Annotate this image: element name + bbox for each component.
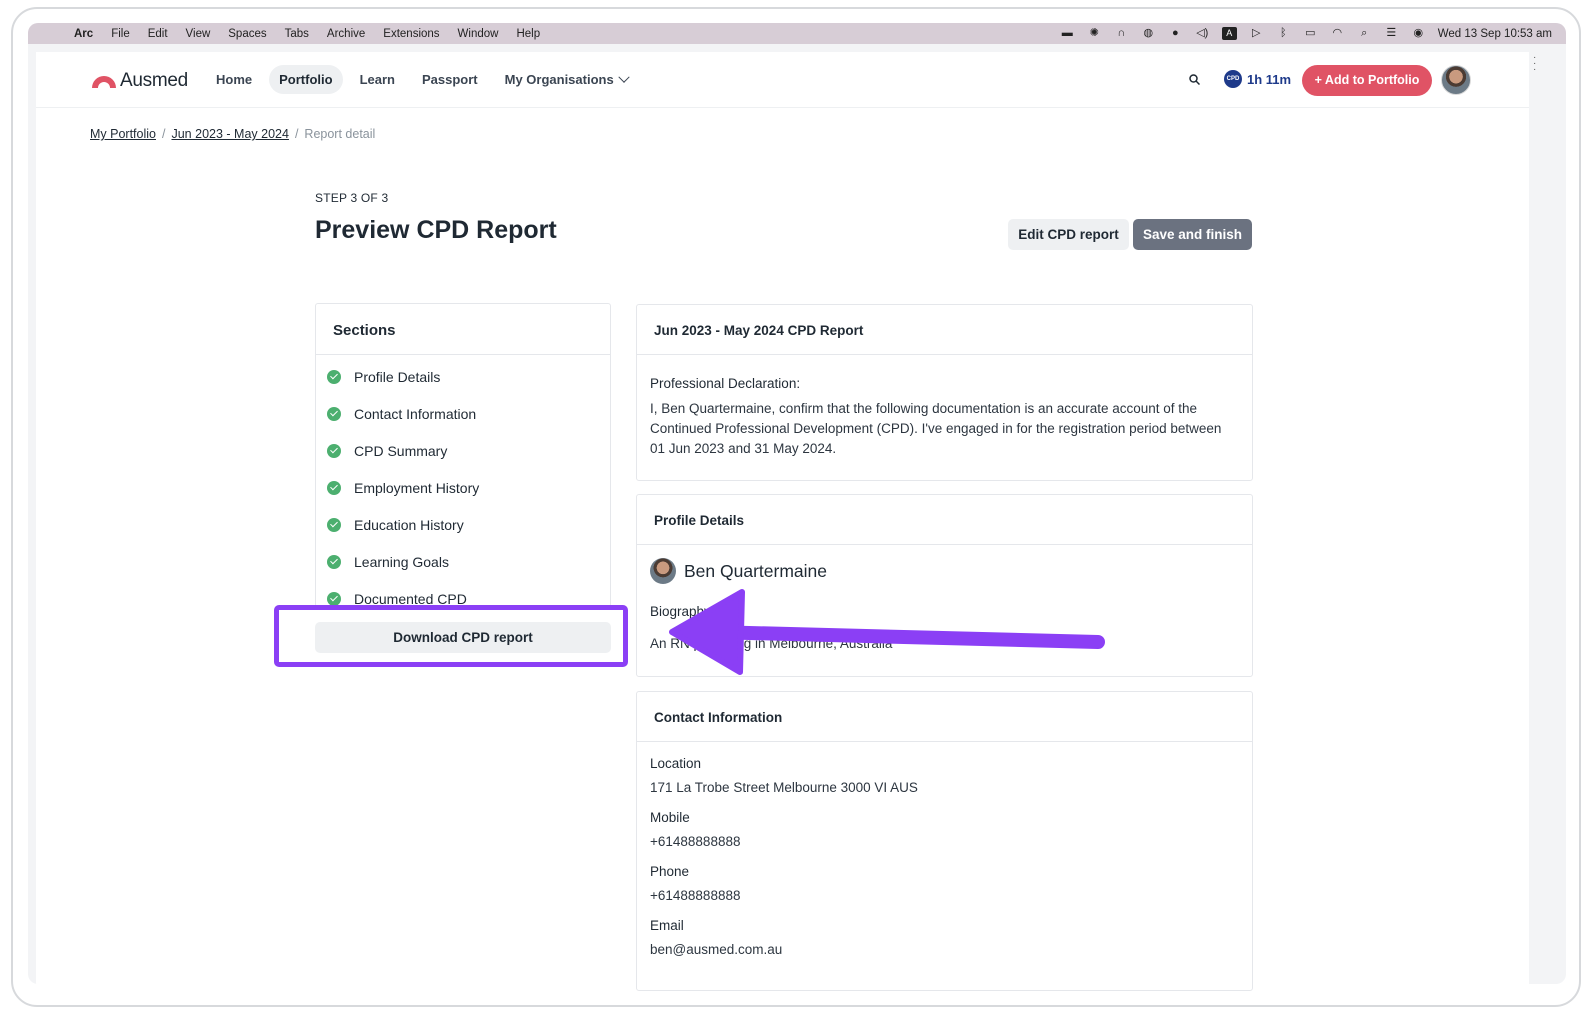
declaration-text: I, Ben Quartermaine, confirm that the fo… [650, 401, 1222, 456]
check-circle-icon [327, 591, 341, 606]
sections-list: Profile Details Contact Information CPD … [316, 355, 610, 617]
mobile-label: Mobile [650, 810, 690, 825]
password-icon[interactable]: ◍ [1141, 27, 1156, 40]
email-label: Email [650, 918, 684, 933]
menu-help[interactable]: Help [516, 28, 540, 40]
section-item-label: Education History [354, 516, 464, 533]
declaration-label: Professional Declaration: [650, 376, 801, 391]
menu-spaces[interactable]: Spaces [228, 28, 266, 40]
mobile-value: +61488888888 [650, 834, 741, 849]
check-circle-icon [327, 517, 341, 532]
grammar-icon[interactable]: ● [1168, 27, 1183, 40]
keyboard-icon[interactable]: ▬ [1060, 27, 1075, 40]
spotlight-icon[interactable]: ⌕ [1357, 27, 1372, 40]
sections-panel: Sections Profile Details Contact Informa… [315, 303, 611, 607]
step-indicator: STEP 3 OF 3 [315, 191, 389, 205]
section-item-education-history[interactable]: Education History [316, 506, 610, 543]
profile-name: Ben Quartermaine [684, 561, 827, 581]
phone-value: +61488888888 [650, 888, 741, 903]
contact-information-title: Contact Information [637, 692, 1252, 742]
section-item-label: Contact Information [354, 405, 477, 422]
sections-title: Sections [316, 304, 610, 355]
section-item-label: CPD Summary [354, 442, 448, 459]
edit-cpd-report-button[interactable]: Edit CPD report [1008, 219, 1129, 250]
menu-view[interactable]: View [186, 28, 211, 40]
profile-details-title: Profile Details [637, 495, 1252, 545]
save-and-finish-button[interactable]: Save and finish [1133, 219, 1252, 250]
section-item-profile-details[interactable]: Profile Details [316, 358, 610, 395]
biography-text: An RN practising in Melbourne, Australia [650, 636, 893, 651]
menu-extensions[interactable]: Extensions [383, 28, 439, 40]
section-item-cpd-summary[interactable]: CPD Summary [316, 432, 610, 469]
volume-icon[interactable]: ◁) [1195, 27, 1210, 40]
report-title: Jun 2023 - May 2024 CPD Report [637, 305, 1252, 355]
phone-label: Phone [650, 864, 690, 879]
menu-edit[interactable]: Edit [148, 28, 168, 40]
wifi-icon[interactable]: ◠ [1330, 27, 1345, 40]
menu-window[interactable]: Window [458, 28, 499, 40]
input-source-icon[interactable]: A [1221, 27, 1237, 40]
biography-label: Biography [650, 604, 711, 619]
contact-information-card: Contact Information Location 171 La Trob… [636, 691, 1253, 991]
email-value: ben@ausmed.com.au [650, 942, 783, 957]
profile-details-card: Profile Details Ben Quartermaine Biograp… [636, 494, 1253, 677]
annotation-highlight-box [274, 605, 628, 667]
menu-tabs[interactable]: Tabs [285, 28, 309, 40]
check-circle-icon [327, 554, 341, 569]
section-item-learning-goals[interactable]: Learning Goals [316, 543, 610, 580]
battery-icon[interactable]: ▭ [1303, 27, 1318, 40]
section-item-label: Employment History [354, 479, 480, 496]
headphones-icon[interactable]: ∩ [1114, 27, 1129, 40]
play-icon[interactable]: ▷ [1249, 27, 1264, 40]
apple-icon[interactable] [44, 28, 56, 40]
section-item-employment-history[interactable]: Employment History [316, 469, 610, 506]
profile-avatar [650, 558, 676, 584]
more-options-icon[interactable]: · · · [1533, 53, 1537, 75]
macos-menubar: Arc File Edit View Spaces Tabs Archive E… [28, 23, 1566, 44]
location-label: Location [650, 756, 702, 771]
section-item-label: Learning Goals [354, 553, 449, 570]
menu-archive[interactable]: Archive [327, 28, 365, 40]
check-circle-icon [327, 369, 341, 384]
page-title: Preview CPD Report [315, 216, 557, 244]
control-center-icon[interactable]: ☰ [1384, 27, 1399, 40]
section-item-label: Profile Details [354, 368, 441, 385]
check-circle-icon [327, 443, 341, 458]
bluetooth-icon[interactable]: ᛒ [1276, 27, 1291, 40]
check-circle-icon [327, 406, 341, 421]
menu-file[interactable]: File [111, 28, 130, 40]
menubar-clock[interactable]: Wed 13 Sep 10:53 am [1438, 28, 1552, 40]
menu-app-arc[interactable]: Arc [74, 28, 93, 40]
siri-icon[interactable]: ◉ [1411, 27, 1426, 40]
report-declaration-card: Jun 2023 - May 2024 CPD Report Professio… [636, 304, 1253, 481]
section-item-contact-information[interactable]: Contact Information [316, 395, 610, 432]
content-area: STEP 3 OF 3 Preview CPD Report Edit CPD … [36, 52, 1529, 991]
location-value: 171 La Trobe Street Melbourne 3000 VI AU… [650, 780, 918, 795]
brightness-icon[interactable]: ✺ [1087, 27, 1102, 40]
check-circle-icon [327, 480, 341, 495]
profile-person: Ben Quartermaine [650, 558, 1239, 584]
